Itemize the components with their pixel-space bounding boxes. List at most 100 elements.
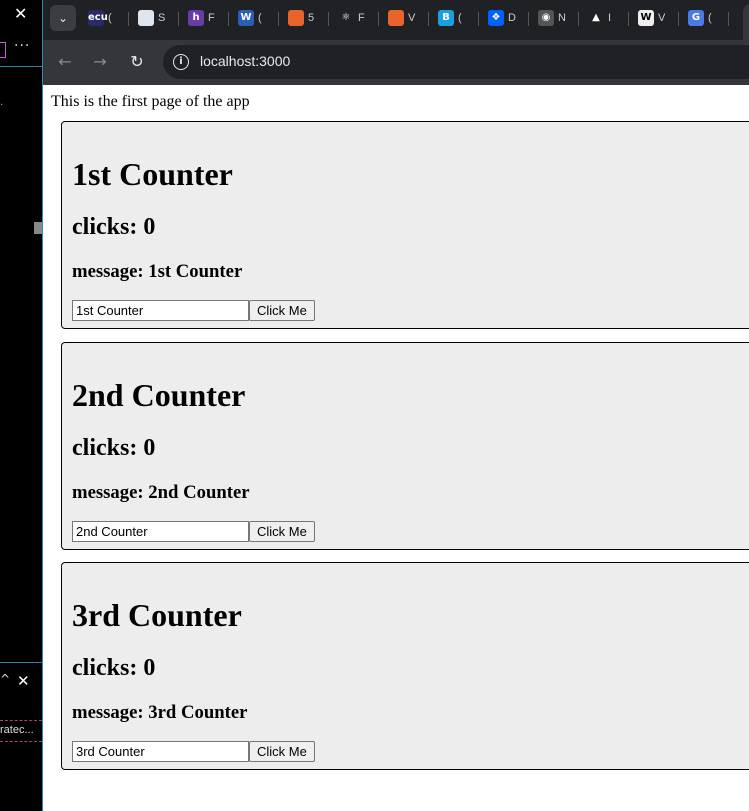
- clicks-count: 0: [143, 214, 156, 240]
- side-panel: ✕ ··· · ^ ✕ ratec...: [0, 0, 43, 811]
- orange-bars-icon: [388, 10, 404, 26]
- divider: [0, 720, 42, 722]
- browser-tab[interactable]: ◉ N: [538, 8, 566, 28]
- clicks-count: 0: [143, 655, 156, 681]
- page-content: This is the first page of the app 1st Co…: [43, 85, 749, 811]
- more-options-icon[interactable]: ···: [14, 38, 30, 54]
- truncated-label: ratec...: [0, 724, 34, 736]
- message-value: 3rd Counter: [148, 702, 248, 723]
- tab-title: F: [358, 12, 365, 24]
- forward-icon[interactable]: →: [88, 50, 112, 74]
- tab-separator: [528, 12, 529, 26]
- counter-card: 1st Counter clicks: 0 message: 1st Count…: [61, 121, 749, 329]
- translate-icon: G: [688, 10, 704, 26]
- scroll-marker[interactable]: [34, 222, 42, 234]
- message-display: message: 1st Counter: [72, 261, 242, 283]
- counter-title: 3rd Counter: [72, 597, 242, 633]
- close-icon[interactable]: ✕: [14, 4, 27, 23]
- browser-tab[interactable]: 5: [288, 8, 314, 28]
- tab-title: 5: [308, 12, 315, 24]
- globe-icon: ◉: [538, 10, 554, 26]
- message-input[interactable]: [72, 521, 249, 542]
- message-display: message: 3rd Counter: [72, 702, 247, 724]
- browser-chrome: ⌄ ecu(Sh F W(5 ⚛ F V B(❖ D ◉ N ▲ I W V G( ← → ↻ i loca…: [43, 0, 749, 85]
- tab-separator: [328, 12, 329, 26]
- message-input[interactable]: [72, 741, 249, 762]
- message-input[interactable]: [72, 300, 249, 321]
- orange-bars-icon: [288, 10, 304, 26]
- react-icon: ⚛: [338, 10, 354, 26]
- back-icon[interactable]: ←: [53, 50, 77, 74]
- message-display: message: 2nd Counter: [72, 482, 250, 504]
- click-me-button[interactable]: Click Me: [249, 521, 315, 542]
- reload-icon[interactable]: ↻: [125, 50, 149, 74]
- clicks-label: clicks:: [72, 214, 144, 240]
- chevron-up-icon[interactable]: ^: [0, 672, 10, 686]
- address-bar[interactable]: i localhost:3000: [163, 45, 749, 79]
- browser-tab[interactable]: G(: [688, 8, 712, 28]
- tab-title: V: [408, 12, 416, 24]
- browser-tab[interactable]: ⚛ F: [338, 8, 365, 28]
- tab-separator: [378, 12, 379, 26]
- wikipedia-icon: W: [638, 10, 654, 26]
- counter-card: 3rd Counter clicks: 0 message: 3rd Count…: [61, 562, 749, 770]
- browser-tab[interactable]: V: [388, 8, 415, 28]
- mit-icon: ▲: [588, 10, 604, 26]
- tab-strip: ⌄ ecu(Sh F W(5 ⚛ F V B(❖ D ◉ N ▲ I W V G(: [43, 0, 749, 40]
- tab-title: (: [458, 12, 462, 24]
- divider: [0, 741, 42, 743]
- clicks-display: clicks: 0: [72, 214, 155, 241]
- clicks-display: clicks: 0: [72, 655, 155, 682]
- counter-card: 2nd Counter clicks: 0 message: 2nd Count…: [61, 342, 749, 550]
- active-tab[interactable]: [743, 4, 749, 40]
- browser-toolbar: ← → ↻ i localhost:3000: [43, 40, 749, 85]
- tab-separator: [178, 12, 179, 26]
- tab-separator: [678, 12, 679, 26]
- browser-tab[interactable]: W(: [238, 8, 262, 28]
- tab-title: (: [708, 12, 712, 24]
- click-me-button[interactable]: Click Me: [249, 300, 315, 321]
- browser-tab[interactable]: WV: [638, 8, 665, 28]
- divider: [0, 66, 42, 67]
- browser-tab[interactable]: B(: [438, 8, 462, 28]
- clicks-label: clicks:: [72, 655, 144, 681]
- message-label: message:: [72, 261, 149, 282]
- tab-separator: [428, 12, 429, 26]
- tab-separator: [728, 12, 729, 26]
- panel-indicator: [0, 42, 6, 58]
- browser-tab[interactable]: S: [138, 8, 165, 28]
- clicks-display: clicks: 0: [72, 435, 155, 462]
- message-value: 2nd Counter: [148, 482, 250, 503]
- counter-title: 1st Counter: [72, 156, 233, 192]
- message-label: message:: [72, 482, 149, 503]
- site-info-icon[interactable]: i: [173, 54, 189, 70]
- close-icon[interactable]: ✕: [17, 672, 30, 690]
- tab-title: V: [658, 12, 666, 24]
- click-me-button[interactable]: Click Me: [249, 741, 315, 762]
- clicks-count: 0: [143, 435, 156, 461]
- browser-tab[interactable]: ❖ D: [488, 8, 516, 28]
- browser-tab[interactable]: hF: [188, 8, 215, 28]
- tab-search-icon[interactable]: ⌄: [50, 5, 76, 31]
- tab-title: D: [508, 12, 516, 24]
- dropbox-icon: ❖: [488, 10, 504, 26]
- clicks-label: clicks:: [72, 435, 144, 461]
- divider: [0, 662, 42, 663]
- tab-separator: [578, 12, 579, 26]
- tab-separator: [228, 12, 229, 26]
- h-logo-icon: h: [188, 10, 204, 26]
- tab-title: (: [108, 12, 112, 24]
- word-icon: W: [238, 10, 254, 26]
- dot-marker: ·: [0, 100, 4, 111]
- url-text[interactable]: localhost:3000: [200, 53, 290, 69]
- tab-title: N: [558, 12, 566, 24]
- message-label: message:: [72, 702, 149, 723]
- tab-separator: [628, 12, 629, 26]
- browser-tab[interactable]: ▲ I: [588, 8, 611, 28]
- tab-separator: [478, 12, 479, 26]
- tab-title: (: [258, 12, 262, 24]
- browser-tab[interactable]: ecu(: [88, 8, 112, 28]
- tab-title: S: [158, 12, 166, 24]
- tab-separator: [128, 12, 129, 26]
- tab-title: I: [608, 12, 612, 24]
